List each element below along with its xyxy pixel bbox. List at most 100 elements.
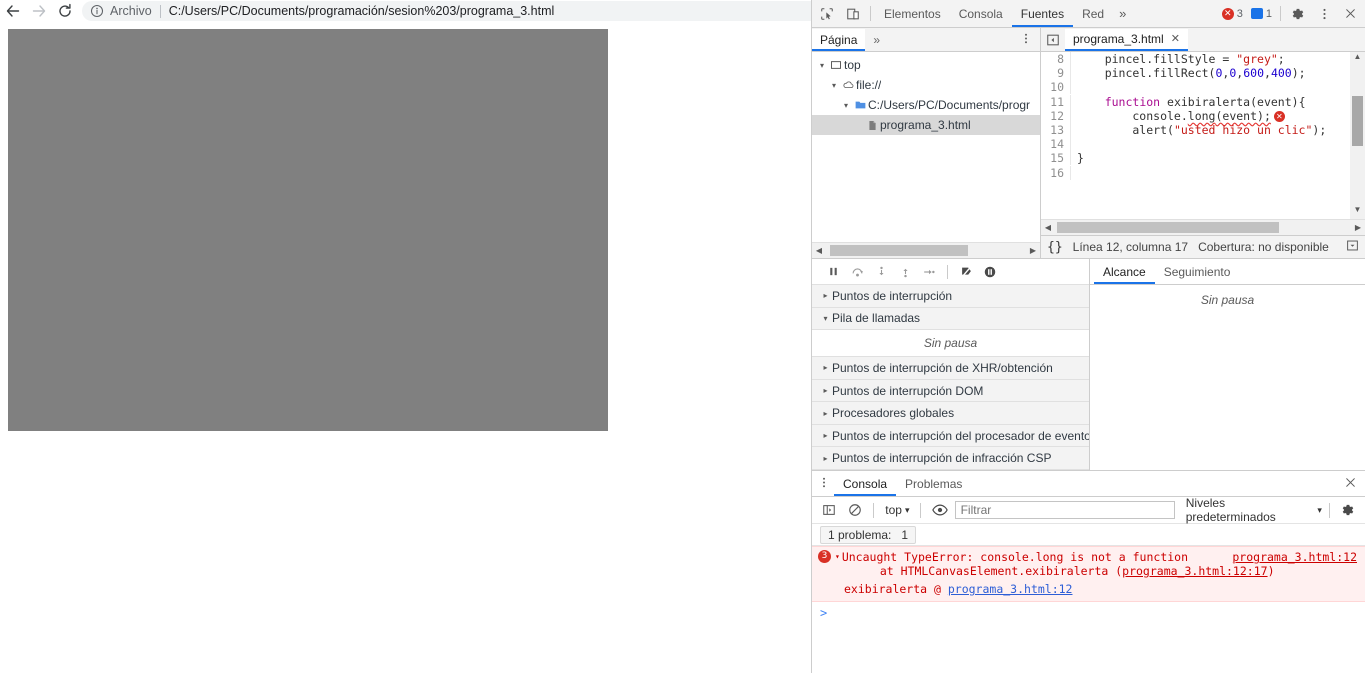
section-pila-de-llamadas[interactable]: ▾ Pila de llamadas	[812, 307, 1089, 331]
section-dom-breakpoints[interactable]: ▸ Puntos de interrupción DOM	[812, 379, 1089, 403]
problems-chip[interactable]: 1 problema: 1	[820, 525, 917, 544]
scroll-track[interactable]	[1350, 66, 1365, 205]
editor-horizontal-scrollbar[interactable]: ◀ ▶	[1041, 219, 1365, 235]
tab-seguimiento[interactable]: Seguimiento	[1155, 260, 1240, 284]
drawer-menu-button[interactable]	[814, 476, 834, 492]
info-circle-icon[interactable]	[90, 4, 104, 18]
trace-link[interactable]: programa_3.html:12	[948, 582, 1073, 596]
drawer-close-button[interactable]	[1344, 476, 1357, 492]
problems-label: 1 problema:	[828, 527, 892, 542]
tab-problemas[interactable]: Problemas	[896, 472, 971, 496]
editor-tab-programa-3-html[interactable]: programa_3.html ✕	[1065, 28, 1188, 51]
devtools-close-button[interactable]	[1337, 2, 1363, 26]
show-navigator-button[interactable]	[1041, 29, 1065, 51]
tab-elementos[interactable]: Elementos	[875, 1, 950, 27]
twisty-icon[interactable]: ▸	[819, 409, 832, 418]
error-source-link[interactable]: programa_3.html:12	[1232, 550, 1357, 564]
twisty-icon[interactable]: ▸	[819, 386, 832, 395]
twisty-icon[interactable]: ▾	[840, 101, 852, 110]
tab-fuentes[interactable]: Fuentes	[1011, 1, 1074, 27]
clear-console-button[interactable]	[843, 499, 866, 521]
back-button[interactable]	[0, 1, 26, 21]
tree-node-file-protocol[interactable]: ▾ file://	[812, 75, 1040, 95]
section-puntos-de-interrupcion[interactable]: ▸ Puntos de interrupción	[812, 285, 1089, 308]
tab-consola[interactable]: Consola	[950, 1, 1012, 27]
code-vertical-scrollbar[interactable]: ▲ ▼	[1350, 52, 1365, 219]
scroll-thumb[interactable]	[1057, 222, 1279, 233]
nav-tab-pagina[interactable]: Página	[812, 28, 866, 51]
twisty-icon[interactable]: ▾	[835, 550, 840, 561]
code-editor[interactable]: 8 pincel.fillStyle = "grey"; 9 pincel.fi…	[1041, 52, 1365, 219]
twisty-icon[interactable]: ▸	[819, 291, 832, 300]
deactivate-breakpoints-button[interactable]	[955, 261, 977, 283]
resume-pause-button[interactable]	[822, 261, 844, 283]
section-csp-violation-breakpoints[interactable]: ▸ Puntos de interrupción de infracción C…	[812, 447, 1089, 471]
execution-context-selector[interactable]: top ▾	[881, 503, 913, 517]
tab-consola-drawer[interactable]: Consola	[834, 472, 897, 496]
inline-error-icon[interactable]: ✕	[1273, 110, 1285, 122]
devtools-toolbar: Elementos Consola Fuentes Red » ✕ 3 1	[812, 0, 1365, 28]
console-sidebar-button[interactable]	[817, 499, 840, 521]
canvas-element[interactable]	[8, 29, 608, 431]
code-line: 13 alert("usted hizo un clic");	[1041, 123, 1350, 138]
scroll-track[interactable]	[1055, 220, 1351, 235]
more-tabs-button[interactable]: »	[1113, 6, 1132, 21]
twisty-icon[interactable]: ▾	[828, 81, 840, 90]
twisty-icon[interactable]: ▸	[819, 431, 832, 440]
console-tabbar: Consola Problemas	[812, 471, 1365, 497]
scroll-thumb[interactable]	[1352, 96, 1363, 146]
navigator-horizontal-scrollbar[interactable]: ◀ ▶	[812, 242, 1040, 258]
message-count-badge[interactable]: 1	[1247, 5, 1276, 23]
console-prompt[interactable]: >	[812, 602, 1365, 620]
step-into-button[interactable]	[870, 261, 892, 283]
show-drawer-button[interactable]	[1346, 239, 1359, 255]
scroll-thumb[interactable]	[830, 245, 968, 256]
scroll-down-icon[interactable]: ▼	[1350, 205, 1365, 219]
tree-node-folder[interactable]: ▾ C:/Users/PC/Documents/progr	[812, 95, 1040, 115]
navigator-tabbar: Página »	[812, 28, 1040, 52]
file-icon	[864, 119, 880, 132]
scroll-track[interactable]	[826, 243, 1026, 258]
tab-alcance[interactable]: Alcance	[1094, 260, 1155, 284]
scroll-right-icon[interactable]: ▶	[1026, 246, 1040, 255]
console-filter-input[interactable]	[954, 501, 1175, 519]
devtools-settings-button[interactable]	[1285, 2, 1311, 26]
console-error-entry[interactable]: 3 ▾ programa_3.html:12 Uncaught TypeErro…	[812, 546, 1365, 602]
line-number: 10	[1041, 80, 1071, 95]
error-count-badge[interactable]: ✕ 3	[1218, 5, 1247, 23]
twisty-icon[interactable]: ▸	[819, 454, 832, 463]
reload-button[interactable]	[52, 1, 78, 21]
scroll-left-icon[interactable]: ◀	[812, 246, 826, 255]
code-scroller[interactable]: 8 pincel.fillStyle = "grey"; 9 pincel.fi…	[1041, 52, 1350, 219]
close-icon[interactable]: ✕	[1171, 32, 1180, 45]
twisty-icon[interactable]: ▸	[819, 363, 832, 372]
step-out-button[interactable]	[894, 261, 916, 283]
live-expression-button[interactable]	[928, 499, 951, 521]
tab-red[interactable]: Red	[1073, 1, 1113, 27]
forward-button[interactable]	[26, 1, 52, 21]
levels-label: Niveles predeterminados	[1185, 496, 1276, 524]
navigator-more-button[interactable]: »	[865, 33, 888, 47]
format-code-button[interactable]: {}	[1047, 240, 1063, 255]
tree-node-top[interactable]: ▾ top	[812, 55, 1040, 75]
twisty-icon[interactable]: ▾	[816, 61, 828, 70]
step-button[interactable]	[918, 261, 940, 283]
inspect-element-button[interactable]	[814, 2, 840, 26]
browser-window: Archivo C:/Users/PC/Documents/programaci…	[0, 0, 1365, 673]
pause-on-exceptions-button[interactable]	[979, 261, 1001, 283]
scroll-up-icon[interactable]: ▲	[1350, 52, 1365, 66]
section-global-listeners[interactable]: ▸ Procesadores globales	[812, 402, 1089, 425]
twisty-icon[interactable]: ▾	[819, 314, 832, 323]
scroll-right-icon[interactable]: ▶	[1351, 223, 1365, 232]
navigator-menu-button[interactable]	[1012, 32, 1040, 48]
tree-node-programa-3-html[interactable]: programa_3.html	[812, 115, 1040, 135]
device-toolbar-button[interactable]	[840, 2, 866, 26]
scroll-left-icon[interactable]: ◀	[1041, 223, 1055, 232]
devtools-menu-button[interactable]	[1311, 2, 1337, 26]
stack-link[interactable]: programa_3.html:12:17	[1122, 564, 1267, 578]
log-levels-selector[interactable]: Niveles predeterminados ▾	[1186, 496, 1322, 524]
section-event-listener-breakpoints[interactable]: ▸ Puntos de interrupción del procesador …	[812, 424, 1089, 448]
step-over-button[interactable]	[846, 261, 868, 283]
console-settings-button[interactable]	[1337, 499, 1360, 521]
section-xhr-breakpoints[interactable]: ▸ Puntos de interrupción de XHR/obtenció…	[812, 357, 1089, 380]
